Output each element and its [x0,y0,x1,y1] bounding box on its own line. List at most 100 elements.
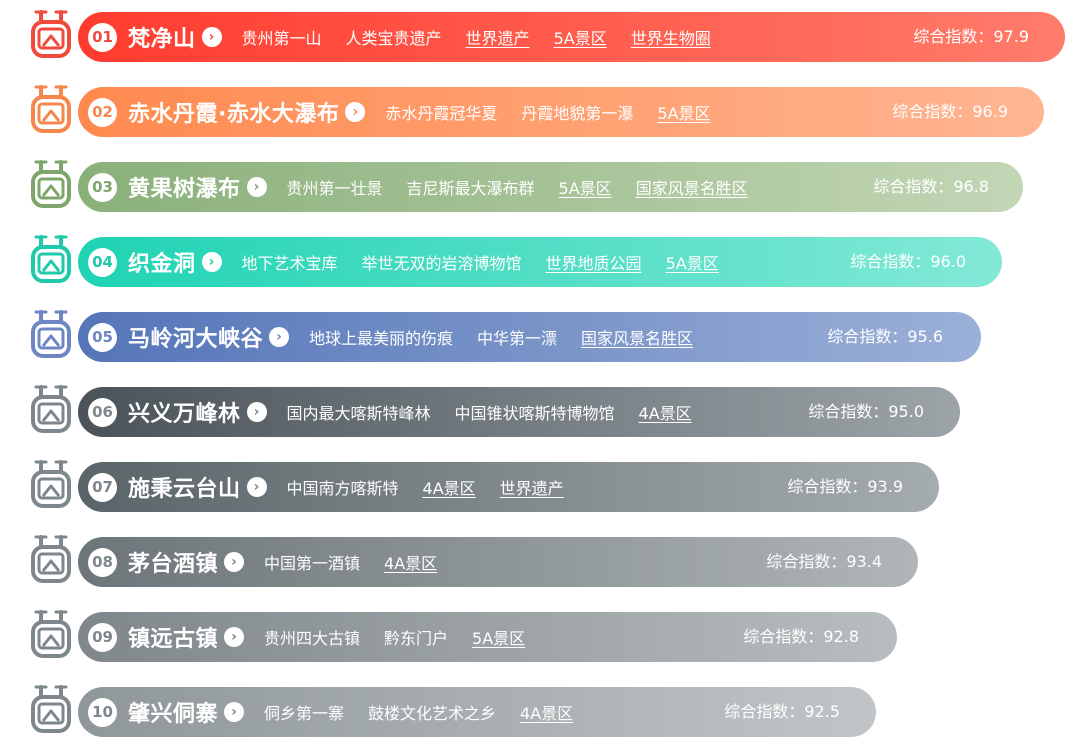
tag-link[interactable]: 4A景区 [423,475,476,499]
tag-list: 侗乡第一寨 鼓楼文化艺术之乡 4A景区 [264,700,597,724]
chevron-right-icon[interactable]: › [201,27,222,47]
composite-score: 综合指数：93.9 [787,462,903,512]
tag-link[interactable]: 世界生物圈 [631,25,711,49]
tag-text: 吉尼斯最大瀑布群 [406,179,535,198]
ranking-row[interactable]: 01 梵净山 › 贵州第一山 人类宝贵遗产 世界遗产 5A景区 世界生物圈 综合指数：97.9 [0,10,1078,64]
tag-text: 鼓楼文化艺术之乡 [368,704,497,723]
attraction-name[interactable]: 马岭河大峡谷 [128,321,263,353]
chevron-right-icon[interactable]: › [269,327,290,347]
rank-medal-icon [27,83,75,135]
tag-link[interactable]: 4A景区 [384,550,437,574]
tag-link[interactable]: 5A景区 [554,25,607,49]
composite-score: 综合指数：96.9 [892,87,1008,137]
tag-text: 丹霞地貌第一瀑 [521,104,634,123]
tag-list: 地球上最美丽的伤痕 中华第一漂 国家风景名胜区 [309,325,717,349]
ranking-row[interactable]: 02 赤水丹霞·赤水大瀑布 › 赤水丹霞冠华夏 丹霞地貌第一瀑 5A景区 综合指数：96.9 [0,85,1078,139]
composite-score: 综合指数：95.0 [808,387,924,437]
score-label: 综合指数： [787,477,868,496]
attraction-name[interactable]: 黄果树瀑布 [128,171,241,203]
composite-score: 综合指数：93.4 [766,537,882,587]
ranking-row[interactable]: 03 黄果树瀑布 › 贵州第一壮景 吉尼斯最大瀑布群 5A景区 国家风景名胜区 综合指数：96… [0,160,1078,214]
tag-text: 贵州第一壮景 [286,179,383,198]
rank-medal-icon [27,308,75,360]
rank-medal-icon [27,683,75,735]
chevron-right-icon[interactable]: › [224,702,245,722]
chevron-right-icon[interactable]: › [224,552,245,572]
tag-list: 赤水丹霞冠华夏 丹霞地貌第一瀑 5A景区 [385,100,734,124]
rank-medal-icon [27,383,75,435]
attraction-name[interactable]: 茅台酒镇 [128,546,218,578]
score-label: 综合指数： [808,402,889,421]
composite-score: 综合指数：95.6 [827,312,943,362]
score-value: 92.8 [823,627,859,646]
ranking-bar[interactable]: 03 黄果树瀑布 › 贵州第一壮景 吉尼斯最大瀑布群 5A景区 国家风景名胜区 综合指数：96… [78,162,1023,212]
attraction-name[interactable]: 赤水丹霞·赤水大瀑布 [128,96,339,128]
ranking-bar[interactable]: 01 梵净山 › 贵州第一山 人类宝贵遗产 世界遗产 5A景区 世界生物圈 综合指数：97.9 [78,12,1065,62]
ranking-row[interactable]: 04 织金洞 › 地下艺术宝库 举世无双的岩溶博物馆 世界地质公园 5A景区 综合指数：96.… [0,235,1078,289]
attraction-name[interactable]: 梵净山 [128,21,196,53]
score-label: 综合指数： [850,252,931,271]
attraction-name[interactable]: 兴义万峰林 [128,396,241,428]
tag-text: 中国第一酒镇 [264,554,361,573]
attraction-name[interactable]: 镇远古镇 [128,621,218,653]
tag-text: 国内最大喀斯特峰林 [286,404,431,423]
tag-link[interactable]: 5A景区 [559,175,612,199]
ranking-bar[interactable]: 10 肇兴侗寨 › 侗乡第一寨 鼓楼文化艺术之乡 4A景区 综合指数：92.5 [78,687,876,737]
ranking-bar[interactable]: 07 施秉云台山 › 中国南方喀斯特 4A景区 世界遗产 综合指数：93.9 [78,462,939,512]
ranking-bar[interactable]: 08 茅台酒镇 › 中国第一酒镇 4A景区 综合指数：93.4 [78,537,918,587]
rank-medal-icon [27,608,75,660]
tag-text: 中国锥状喀斯特博物馆 [454,404,615,423]
chevron-right-icon[interactable]: › [201,252,222,272]
ranking-list: 01 梵净山 › 贵州第一山 人类宝贵遗产 世界遗产 5A景区 世界生物圈 综合指数：97.9 0… [0,0,1078,752]
rank-number: 06 [88,397,117,427]
rank-medal-icon [27,8,75,60]
tag-list: 贵州第一山 人类宝贵遗产 世界遗产 5A景区 世界生物圈 [242,25,735,49]
composite-score: 综合指数：97.9 [913,12,1029,62]
ranking-bar[interactable]: 02 赤水丹霞·赤水大瀑布 › 赤水丹霞冠华夏 丹霞地貌第一瀑 5A景区 综合指数：96.9 [78,87,1044,137]
ranking-row[interactable]: 06 兴义万峰林 › 国内最大喀斯特峰林 中国锥状喀斯特博物馆 4A景区 综合指数：95.0 [0,385,1078,439]
tag-link[interactable]: 5A景区 [657,100,710,124]
tag-text: 地下艺术宝库 [241,254,338,273]
score-label: 综合指数： [724,702,805,721]
ranking-row[interactable]: 07 施秉云台山 › 中国南方喀斯特 4A景区 世界遗产 综合指数：93.9 [0,460,1078,514]
rank-medal-icon [27,233,75,285]
score-value: 95.6 [907,327,943,346]
chevron-right-icon[interactable]: › [345,102,366,122]
score-label: 综合指数： [827,327,908,346]
tag-link[interactable]: 4A景区 [520,700,573,724]
composite-score: 综合指数：92.5 [724,687,840,737]
ranking-row[interactable]: 10 肇兴侗寨 › 侗乡第一寨 鼓楼文化艺术之乡 4A景区 综合指数：92.5 [0,685,1078,739]
tag-text: 中华第一漂 [477,329,558,348]
tag-text: 中国南方喀斯特 [286,479,399,498]
tag-link[interactable]: 世界地质公园 [546,250,642,274]
tag-text: 举世无双的岩溶博物馆 [361,254,522,273]
attraction-name[interactable]: 施秉云台山 [128,471,241,503]
score-value: 93.9 [867,477,903,496]
chevron-right-icon[interactable]: › [246,402,267,422]
ranking-bar[interactable]: 04 织金洞 › 地下艺术宝库 举世无双的岩溶博物馆 世界地质公园 5A景区 综合指数：96.… [78,237,1002,287]
tag-link[interactable]: 国家风景名胜区 [581,325,693,349]
ranking-bar[interactable]: 09 镇远古镇 › 贵州四大古镇 黔东门户 5A景区 综合指数：92.8 [78,612,897,662]
chevron-right-icon[interactable]: › [224,627,245,647]
attraction-name[interactable]: 织金洞 [128,246,196,278]
tag-text: 赤水丹霞冠华夏 [385,104,498,123]
tag-link[interactable]: 5A景区 [472,625,525,649]
tag-link[interactable]: 5A景区 [666,250,719,274]
tag-link[interactable]: 4A景区 [639,400,692,424]
score-value: 96.8 [953,177,989,196]
ranking-row[interactable]: 09 镇远古镇 › 贵州四大古镇 黔东门户 5A景区 综合指数：92.8 [0,610,1078,664]
tag-link[interactable]: 国家风景名胜区 [636,175,748,199]
rank-number: 07 [88,472,117,502]
ranking-bar[interactable]: 06 兴义万峰林 › 国内最大喀斯特峰林 中国锥状喀斯特博物馆 4A景区 综合指数：95.0 [78,387,960,437]
attraction-name[interactable]: 肇兴侗寨 [128,696,218,728]
tag-text: 侗乡第一寨 [264,704,345,723]
score-label: 综合指数： [766,552,847,571]
tag-link[interactable]: 世界遗产 [500,475,564,499]
chevron-right-icon[interactable]: › [246,177,267,197]
ranking-row[interactable]: 05 马岭河大峡谷 › 地球上最美丽的伤痕 中华第一漂 国家风景名胜区 综合指数：95.6 [0,310,1078,364]
rank-medal-icon [27,458,75,510]
ranking-row[interactable]: 08 茅台酒镇 › 中国第一酒镇 4A景区 综合指数：93.4 [0,535,1078,589]
ranking-bar[interactable]: 05 马岭河大峡谷 › 地球上最美丽的伤痕 中华第一漂 国家风景名胜区 综合指数：95.6 [78,312,981,362]
chevron-right-icon[interactable]: › [246,477,267,497]
tag-link[interactable]: 世界遗产 [466,25,530,49]
